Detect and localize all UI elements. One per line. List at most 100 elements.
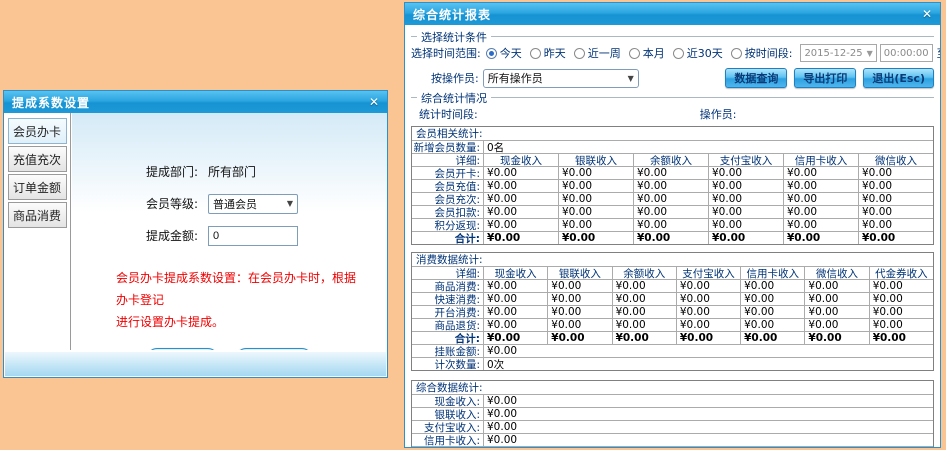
total-row: 合计: ¥0.00 ¥0.00 ¥0.00 ¥0.00 ¥0.00 ¥0.00 … [412, 331, 933, 344]
table-cell: ¥0.00 [613, 319, 677, 331]
table-cell: ¥0.00 [634, 232, 709, 244]
table-cell: ¥0.00 [709, 232, 784, 244]
chevron-down-icon: ▼ [286, 199, 293, 208]
table-cell: ¥0.00 [872, 306, 903, 318]
date-from-select[interactable]: 2015-12-25 ▼ [800, 44, 877, 62]
row-label: 会员开卡: [412, 167, 484, 179]
dept-label: 提成部门: [145, 165, 198, 179]
time-range-row: 选择时间范围: 今天 昨天 近一周 本月 近30天 按时间段: 2015-12-… [411, 43, 940, 63]
table-cell: ¥0.00 [805, 319, 870, 331]
close-icon[interactable]: ✕ [369, 95, 379, 109]
table-cell: ¥0.00 [548, 280, 613, 292]
table-row: 微信收入: ¥0.00 [412, 446, 933, 447]
row-label: 计次数量: [412, 358, 484, 370]
summary-meta-row: 统计时间段: 操作员: [411, 106, 934, 121]
radio-today[interactable]: 今天 [485, 45, 522, 61]
query-button[interactable]: 数据查询 [725, 68, 788, 88]
commission-window-body: 会员办卡 充值充次 订单金额 商品消费 提成部门: 所有部门 会员等级: 普通会… [4, 113, 387, 377]
table-cell: ¥0.00 [872, 293, 903, 305]
report-window-titlebar: 综合统计报表 ✕ [405, 3, 940, 25]
export-print-button[interactable]: 导出打印 [794, 68, 857, 88]
column-header: 现金收入 [484, 154, 559, 166]
table-cell: ¥0.00 [634, 180, 709, 192]
radio-yesterday[interactable]: 昨天 [529, 45, 566, 61]
radio-label: 本月 [642, 47, 665, 60]
summary-group-label: 综合统计情况 [421, 91, 487, 105]
time-from-input[interactable]: 00:00:00 [879, 44, 933, 62]
table-cell: ¥0.00 [548, 306, 613, 318]
sidebar-item-order-amount[interactable]: 订单金额 [7, 174, 67, 200]
column-header: 余额收入 [613, 267, 677, 279]
row-label: 商品退货: [412, 319, 484, 331]
table-cell: ¥0.00 [677, 319, 742, 331]
to-label: 至 [937, 45, 940, 61]
row-label: 现金收入: [412, 395, 484, 407]
table-cell: ¥0.00 [634, 167, 709, 179]
table-row: 会员扣款: ¥0.00 ¥0.00 ¥0.00 ¥0.00 ¥0.00 ¥0.0… [412, 205, 933, 218]
row-label: 支付宝收入: [412, 421, 484, 433]
table-cell: ¥0.00 [634, 206, 709, 218]
window-title: 提成系数设置 [12, 95, 91, 110]
sidebar-item-recharge[interactable]: 充值充次 [7, 146, 67, 172]
table-cell: ¥0.00 [548, 332, 613, 344]
amount-label: 提成金额: [145, 229, 198, 243]
section-label: 会员相关统计: [416, 128, 483, 140]
radio-last-week[interactable]: 近一周 [573, 45, 621, 61]
close-icon[interactable]: ✕ [922, 7, 932, 21]
save-button[interactable]: 保存(F5) [146, 348, 218, 350]
window-footer-bar [5, 351, 386, 376]
row-label: 会员充次: [412, 193, 484, 205]
column-header: 银联收入 [559, 154, 634, 166]
row-label: 会员充值: [412, 180, 484, 192]
commission-sidebar: 会员办卡 充值充次 订单金额 商品消费 [4, 113, 71, 350]
commission-settings-window: 提成系数设置 ✕ 会员办卡 充值充次 订单金额 商品消费 提成部门: 所有部门 … [3, 90, 388, 378]
radio-this-month[interactable]: 本月 [628, 45, 665, 61]
table-cell: ¥0.00 [805, 306, 870, 318]
table-cell: ¥0.00 [487, 408, 518, 420]
report-window-body: 选择统计条件 选择时间范围: 今天 昨天 近一周 本月 近30天 按时间段: 2… [405, 25, 940, 447]
table-cell: ¥0.00 [484, 293, 549, 305]
row-label: 挂账金额: [412, 345, 484, 357]
table-cell: ¥0.00 [784, 193, 859, 205]
radio-icon [573, 47, 585, 59]
column-header: 详细: [412, 154, 484, 166]
operator-row: 按操作员: 所有操作员 ▼ 数据查询 导出打印 退出(Esc) [411, 67, 934, 89]
conditions-group-header: 选择统计条件 [411, 30, 934, 44]
radio-label: 按时间段: [744, 47, 793, 60]
operator-label: 操作员: [699, 107, 737, 121]
dept-row: 提成部门: 所有部门 [72, 161, 387, 182]
exit-button[interactable]: 退出(Esc) [863, 68, 934, 88]
table-cell: ¥0.00 [484, 180, 559, 192]
table-cell: ¥0.00 [677, 306, 742, 318]
operator-select[interactable]: 所有操作员 ▼ [482, 68, 639, 88]
radio-custom-period[interactable]: 按时间段: [730, 45, 793, 61]
table-row: 开台消费: ¥0.00 ¥0.00 ¥0.00 ¥0.00 ¥0.00 ¥0.0… [412, 305, 933, 318]
table-cell: ¥0.00 [548, 319, 613, 331]
pending-row: 挂账金额: ¥0.00 [412, 344, 933, 357]
table-cell: ¥0.00 [487, 395, 518, 407]
member-level-value: 普通会员 [213, 197, 257, 211]
radio-icon [485, 47, 497, 59]
window-title: 综合统计报表 [413, 7, 492, 22]
close-button[interactable]: 关闭(Esc) [235, 348, 313, 350]
radio-icon [529, 47, 541, 59]
table-cell: ¥0.00 [784, 167, 859, 179]
column-header: 支付宝收入 [677, 267, 742, 279]
commission-amount-input[interactable] [208, 225, 298, 246]
table-row: 快速消费: ¥0.00 ¥0.00 ¥0.00 ¥0.00 ¥0.00 ¥0.0… [412, 292, 933, 305]
sidebar-item-member-card[interactable]: 会员办卡 [7, 118, 67, 144]
table-cell: ¥0.00 [805, 293, 870, 305]
table-cell: ¥0.00 [677, 293, 742, 305]
table-cell: ¥0.00 [741, 332, 806, 344]
table-cell: ¥0.00 [709, 167, 784, 179]
table-cell: ¥0.00 [872, 332, 906, 344]
member-level-select[interactable]: 普通会员 ▼ [208, 193, 298, 214]
table-cell: ¥0.00 [709, 180, 784, 192]
table-row: 信用卡收入: ¥0.00 [412, 433, 933, 446]
sidebar-item-goods-consume[interactable]: 商品消费 [7, 202, 67, 228]
section-label: 综合数据统计: [416, 382, 483, 394]
dept-value: 所有部门 [208, 165, 257, 179]
overall-stats-table: 综合数据统计: 现金收入: ¥0.00 银联收入: ¥0.00 支付宝收入: ¥… [411, 380, 934, 447]
radio-icon [730, 47, 742, 59]
radio-last-30-days[interactable]: 近30天 [672, 45, 723, 61]
